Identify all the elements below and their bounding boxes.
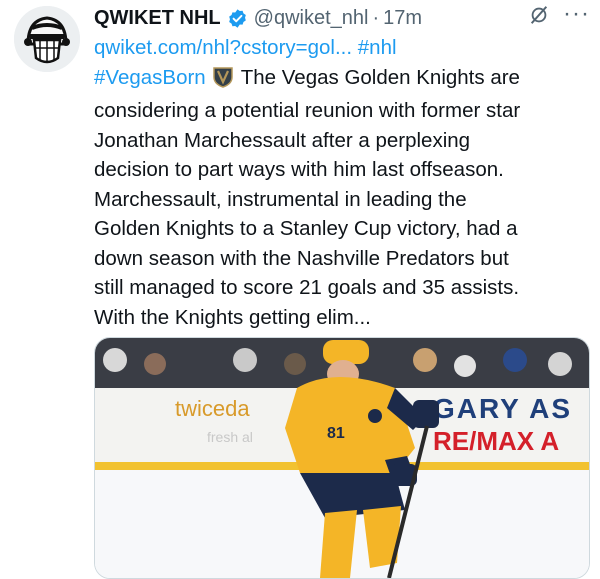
board-ad-left: twiceda: [175, 396, 250, 421]
tweet-media-photo[interactable]: twiceda fresh al GARY AS RE/MAX A 81: [94, 337, 590, 579]
tweet-text-line: Marchessault, instrumental in leading th…: [94, 187, 467, 211]
text-line-1: qwiket.com/nhl?cstory=gol... #nhl: [94, 33, 590, 63]
tweet-text-line: still managed to score 21 goals and 35 a…: [94, 276, 520, 299]
hockey-photo: twiceda fresh al GARY AS RE/MAX A 81: [95, 338, 589, 578]
tweet-text-line: down season with the Nashville Predators…: [94, 246, 509, 270]
board-ad-right-2: RE/MAX A: [433, 426, 559, 456]
vegas-golden-knights-logo-icon: [213, 66, 234, 97]
tweet-text-line: Jonathan Marchessault after a perplexing: [94, 128, 471, 152]
tweet-text: qwiket.com/nhl?cstory=gol... #nhl #Vegas…: [94, 33, 590, 332]
handle[interactable]: @qwiket_nhl: [254, 7, 369, 30]
timestamp[interactable]: 17m: [383, 7, 422, 30]
tweet[interactable]: QWIKET NHL @qwiket_nhl · 17m ··· qwiket.…: [0, 0, 600, 579]
avatar[interactable]: [14, 6, 80, 72]
tweet-text-line: decision to part ways with him last offs…: [94, 158, 504, 181]
hashtag-nhl[interactable]: #nhl: [358, 36, 397, 59]
jersey-number: 81: [327, 425, 345, 442]
board-ad-right-1: GARY AS: [433, 393, 572, 424]
more-options-icon[interactable]: ···: [563, 0, 590, 28]
tweet-header: QWIKET NHL @qwiket_nhl · 17m: [94, 4, 588, 32]
board-ad-sub: fresh al: [207, 429, 253, 445]
text-line-2: #VegasBorn The Vegas Golden Knights are: [94, 63, 590, 97]
display-name[interactable]: QWIKET NHL: [94, 7, 221, 30]
hockey-player-avatar-icon: [14, 6, 80, 72]
story-link[interactable]: qwiket.com/nhl?cstory=gol...: [94, 36, 352, 59]
tweet-text-line: Golden Knights to a Stanley Cup victory,…: [94, 217, 518, 240]
tweet-text-line: The Vegas Golden Knights are: [240, 65, 520, 89]
verified-badge-icon: [227, 8, 248, 29]
tweet-text-line: With the Knights getting elim...: [94, 305, 371, 329]
separator-dot: ·: [372, 6, 380, 29]
hashtag-vegasborn[interactable]: #VegasBorn: [94, 66, 206, 89]
grok-icon[interactable]: [528, 4, 550, 31]
tweet-text-line: considering a potential reunion with for…: [94, 99, 521, 122]
